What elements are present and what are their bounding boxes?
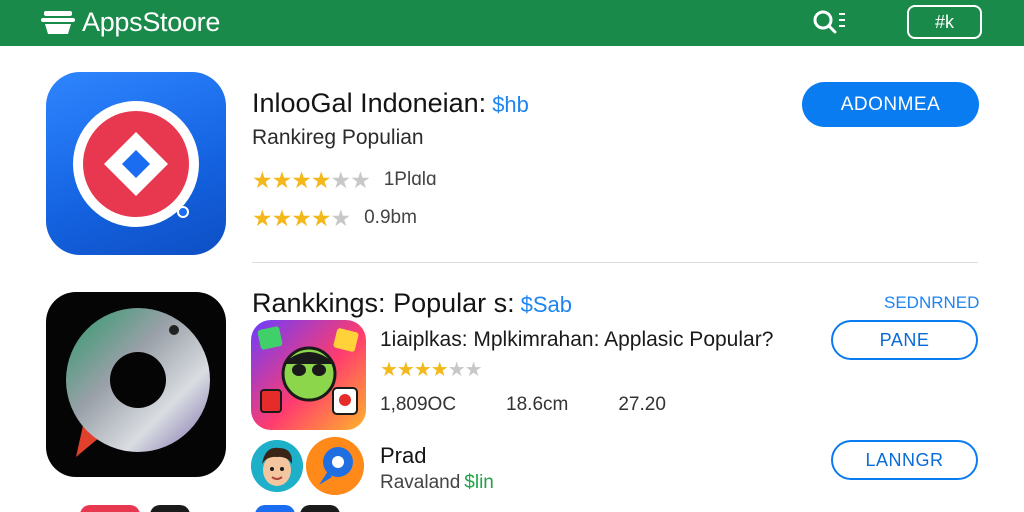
game-app-icon[interactable] [251, 320, 366, 430]
featured-app-name: InlooGal Indoneian: [252, 88, 487, 118]
developer-name: Ravaland [380, 472, 461, 493]
next-row-icon [80, 505, 140, 512]
brand[interactable]: AppsStoore [40, 6, 220, 38]
music-app-icon[interactable] [46, 292, 226, 477]
brand-name: AppsStoore [82, 6, 221, 37]
person-avatar-icon [251, 440, 303, 492]
star-rating: ★★★★★★ [380, 358, 483, 381]
featured-app-title[interactable]: InlooGal Indoneian: $hb [252, 88, 529, 119]
next-row-icon [255, 505, 295, 512]
star-rating: ★★★★★★ [252, 166, 371, 193]
section-divider [252, 262, 978, 263]
search-button[interactable] [810, 7, 850, 37]
list-item-rating: ★★★★★★ [380, 357, 483, 381]
list-item-title[interactable]: 1iaiplkas: Mplkimrahan: Applasic Popular… [380, 328, 773, 352]
location-pin-icon [306, 437, 364, 495]
size-value: 18.6cm [506, 394, 569, 415]
rating-count: 1Plɑlɑ [383, 169, 437, 190]
featured-rating-row-1: ★★★★★★ 1Plɑlɑ [252, 166, 437, 193]
target-logo-icon [73, 101, 199, 227]
version-value: 27.20 [618, 394, 666, 415]
store-basket-icon [41, 11, 75, 34]
downloads-count: 1,809OC [380, 394, 457, 415]
section-title-text: Rankkings: Popular s: [252, 288, 515, 318]
app-size: 0.9bm [364, 207, 417, 228]
list-item-price: $lin [464, 472, 494, 493]
header-account-button[interactable]: #k [907, 5, 982, 39]
character-icon [257, 326, 359, 415]
list-item-get-button[interactable]: PANE [831, 320, 978, 360]
star-rating: ★★★★★ [252, 204, 351, 231]
next-row-icon [300, 505, 340, 512]
disc-icon [66, 308, 210, 457]
section-price: $Sab [520, 292, 573, 317]
search-icon [813, 10, 845, 34]
list-item-title[interactable]: Prad [380, 443, 426, 469]
location-app-icon[interactable] [306, 437, 364, 495]
avatar[interactable] [251, 440, 303, 492]
featured-rating-row-2: ★★★★★ 0.9bm [252, 204, 417, 231]
list-item-learn-button[interactable]: LANNGR [831, 440, 978, 480]
top-app-bar: AppsStoore #k [0, 0, 1024, 46]
next-row-icon [150, 505, 190, 512]
featured-app-icon[interactable] [46, 72, 226, 255]
list-item-subtitle: Ravaland $lin [380, 472, 494, 494]
featured-get-button[interactable]: ADONMEA [802, 82, 979, 127]
featured-app-price: $hb [492, 92, 529, 117]
section-title: Rankkings: Popular s: $Sab [252, 288, 572, 319]
see-all-link[interactable]: SEDNRNED [884, 293, 979, 313]
featured-app-subtitle: Rankireg Populian [252, 126, 424, 149]
list-item-stats: 1,809OC 18.6cm 27.20 [380, 394, 716, 416]
